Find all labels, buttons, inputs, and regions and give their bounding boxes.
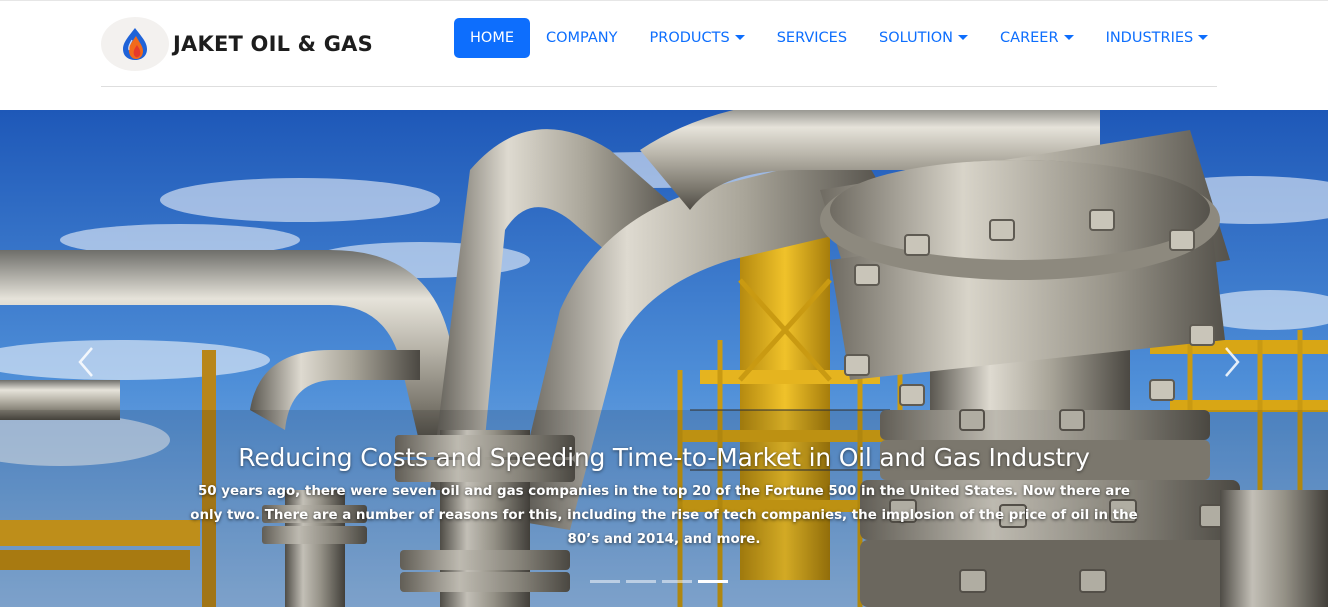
nav-services-label: SERVICES [776,30,848,46]
nav-products-label: PRODUCTS [649,30,730,46]
nav-home[interactable]: HOME [454,18,530,58]
caret-down-icon [734,34,745,40]
page: JAKET OIL & GAS HOME COMPANY PRODUCTS SE… [0,0,1328,607]
nav-career[interactable]: CAREER [984,18,1090,58]
site-header: JAKET OIL & GAS HOME COMPANY PRODUCTS SE… [0,0,1328,110]
carousel-indicator-2[interactable] [626,580,656,583]
nav-products[interactable]: PRODUCTS [634,18,761,58]
nav-industries-label: INDUSTRIES [1105,30,1194,46]
header-divider [101,86,1217,87]
carousel-next-button[interactable] [1212,342,1252,382]
carousel-indicator-1[interactable] [590,580,620,583]
carousel-indicator-4[interactable] [698,580,728,583]
nav-company[interactable]: COMPANY [530,18,634,58]
logo [101,17,169,71]
caret-down-icon [958,34,969,40]
brand-name: JAKET OIL & GAS [173,32,373,56]
nav-company-label: COMPANY [546,30,618,46]
nav-industries[interactable]: INDUSTRIES [1090,18,1225,58]
chevron-right-icon [1225,347,1240,377]
carousel-title: Reducing Costs and Speeding Time-to-Mark… [238,443,1090,472]
caret-down-icon [1063,34,1074,40]
hero-carousel: Reducing Costs and Speeding Time-to-Mark… [0,110,1328,607]
carousel-indicators [590,580,734,583]
nav-career-label: CAREER [1000,30,1059,46]
nav-home-label: HOME [470,30,514,46]
nav-solution[interactable]: SOLUTION [863,18,984,58]
nav-services[interactable]: SERVICES [761,18,863,58]
main-nav: HOME COMPANY PRODUCTS SERVICES SOLUTION … [454,18,1224,58]
carousel-prev-button[interactable] [66,342,106,382]
brand-link[interactable]: JAKET OIL & GAS [101,17,373,71]
carousel-caption: Reducing Costs and Speeding Time-to-Mark… [0,443,1328,552]
carousel-text: 50 years ago, there were seven oil and g… [190,484,1138,547]
carousel-indicator-3[interactable] [662,580,692,583]
nav-solution-label: SOLUTION [879,30,954,46]
chevron-left-icon [78,347,93,377]
flame-drop-icon [123,28,147,60]
caret-down-icon [1198,34,1209,40]
